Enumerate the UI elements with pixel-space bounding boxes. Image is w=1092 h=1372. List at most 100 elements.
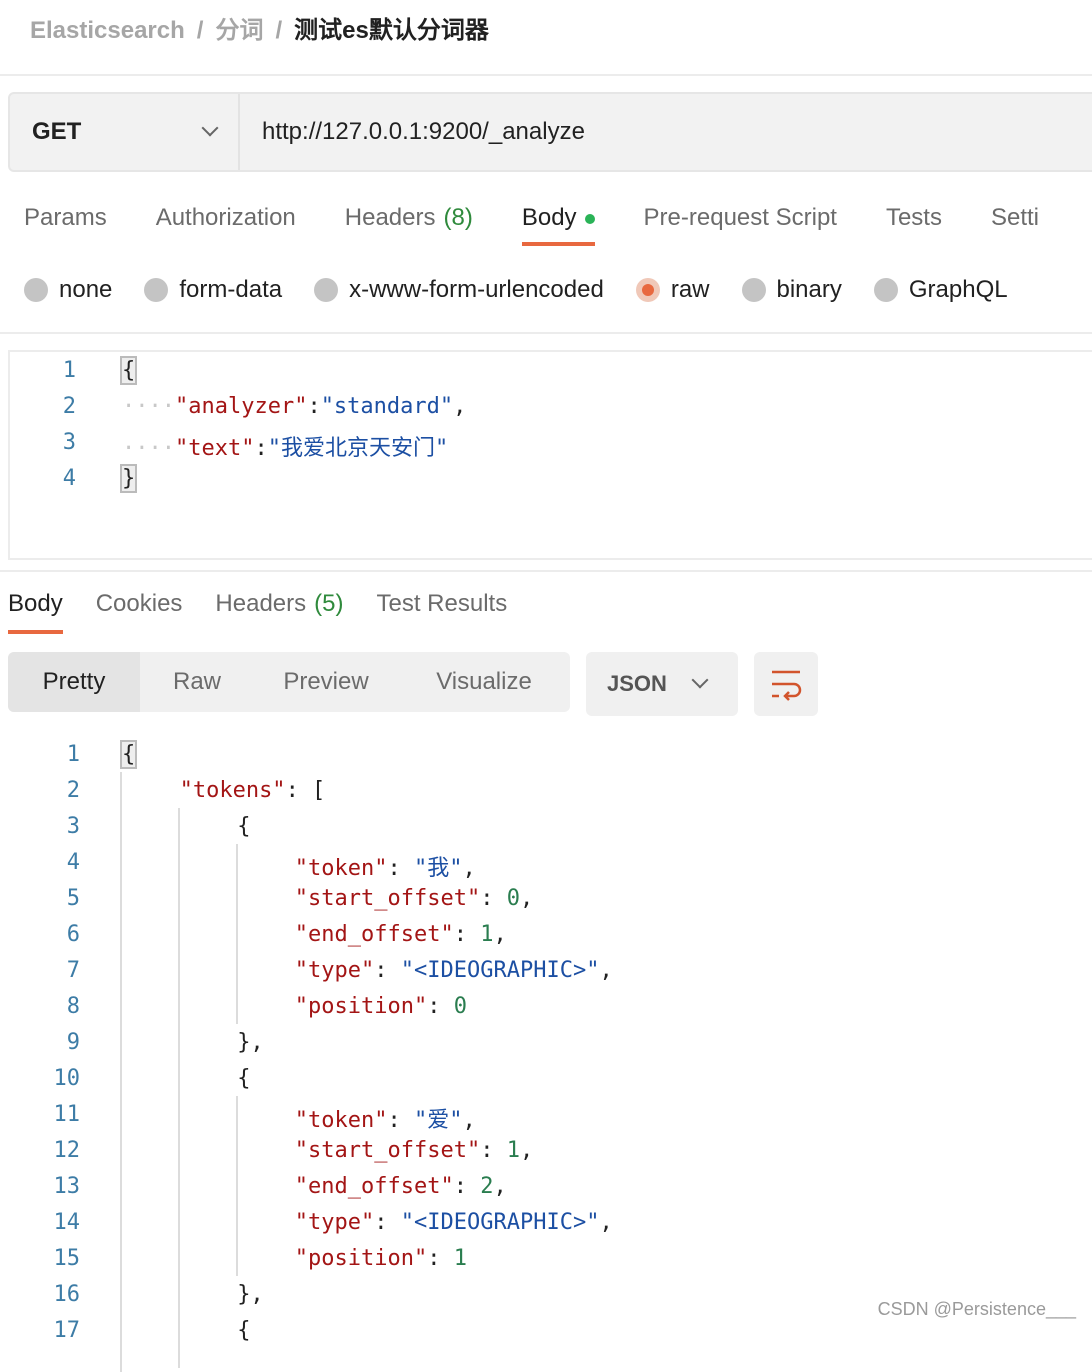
code-token: ,: [519, 1138, 534, 1163]
request-body-editor[interactable]: 1{2 ····"analyzer":"standard", 3 ····"text"…: [8, 350, 1092, 560]
code-token: "position": [294, 994, 428, 1019]
watermark: CSDN @Persistence___: [877, 1299, 1076, 1319]
response-tab-test-results[interactable]: Test Results: [376, 590, 507, 634]
response-body-viewer[interactable]: 1 {2 "tokens": [3 {4 "token": "我", 5 "start_of…: [0, 736, 1092, 1372]
response-tab-headers[interactable]: Headers (5): [215, 590, 343, 634]
code-line: "position": 0: [295, 994, 467, 1019]
line-number: 1: [66, 742, 80, 767]
method-select[interactable]: GET: [10, 94, 240, 170]
view-mode-visualize[interactable]: Visualize: [398, 652, 570, 712]
divider: [0, 332, 1092, 334]
wrap-icon: [772, 670, 802, 701]
body-type-radios: none form-data x-www-form-urlencoded raw bin…: [24, 276, 1040, 304]
tab-params[interactable]: Params: [24, 204, 107, 246]
tab-label: Authorization: [155, 204, 296, 231]
wrap-lines-button[interactable]: [754, 652, 818, 716]
radio-label: raw: [670, 276, 710, 303]
code-token: :: [427, 994, 454, 1019]
radio-GraphQL[interactable]: GraphQL: [873, 276, 1008, 304]
line-number: 13: [53, 1174, 81, 1199]
code-token: "text": [174, 436, 255, 461]
radio-label: none: [59, 276, 113, 303]
code-token: }: [119, 464, 138, 493]
breadcrumb: Elasticsearch / 分词 / 测试es默认分词器: [30, 10, 489, 45]
tab-authorization[interactable]: Authorization: [156, 204, 296, 246]
tab-tests[interactable]: Tests: [886, 204, 942, 246]
code-token: :: [453, 1174, 481, 1199]
radio-circle-icon: [741, 278, 766, 302]
code-line: ····"analyzer":"standard",: [122, 394, 466, 419]
tab-label: Params: [24, 204, 107, 231]
code-token: "end_offset": [294, 1174, 454, 1199]
code-line: "type": "<IDEOGRAPHIC>",: [295, 958, 613, 983]
radio-circle-icon: [314, 278, 339, 302]
radio-label: GraphQL: [908, 276, 1008, 303]
tab-body[interactable]: Body: [521, 204, 595, 246]
tab-count: (5): [314, 590, 344, 617]
chevron-down-icon: [201, 119, 219, 137]
radio-circle-icon: [24, 278, 48, 302]
tab-label: Body: [521, 204, 577, 231]
code-line: }: [119, 464, 138, 493]
code-line: {: [119, 740, 138, 769]
code-line: {: [237, 814, 250, 839]
code-token: "<IDEOGRAPHIC>": [400, 958, 600, 983]
line-number: 16: [53, 1282, 81, 1307]
code-line: "token": "我",: [295, 850, 476, 882]
radio-form-data[interactable]: form-data: [144, 276, 282, 304]
code-token: ,: [519, 886, 534, 911]
tab-label: Cookies: [95, 590, 183, 617]
line-number: 8: [66, 994, 80, 1019]
indent-guide: [236, 844, 238, 1024]
line-number: 3: [62, 430, 76, 455]
code-token: ····: [122, 436, 175, 461]
indent-guide: [120, 772, 122, 1372]
code-token: "<IDEOGRAPHIC>": [400, 1210, 600, 1235]
tab-pre-request-script[interactable]: Pre-request Script: [644, 204, 837, 246]
tab-headers[interactable]: Headers (8): [345, 204, 473, 246]
chevron-down-icon: [691, 671, 709, 689]
code-line: "position": 1: [295, 1246, 467, 1271]
code-token: },: [237, 1030, 264, 1055]
code-token: },: [237, 1282, 264, 1307]
code-token: :: [427, 1246, 454, 1271]
view-mode-raw[interactable]: Raw: [140, 652, 254, 712]
code-line: {: [119, 356, 138, 385]
indent-guide: [236, 1096, 238, 1276]
divider: [0, 570, 1092, 572]
code-line: },: [237, 1030, 264, 1055]
response-tab-body[interactable]: Body: [8, 590, 63, 634]
code-token: :: [374, 958, 401, 983]
code-token: ,: [493, 922, 507, 947]
response-tab-cookies[interactable]: Cookies: [96, 590, 183, 634]
radio-none[interactable]: none: [24, 276, 112, 304]
tab-label: Pre-request Script: [643, 204, 837, 231]
code-token: "我爱北京天安门": [267, 436, 449, 461]
breadcrumb-item-folder[interactable]: 分词: [215, 17, 263, 44]
code-line: "token": "爱",: [295, 1102, 476, 1134]
line-number: 5: [66, 886, 80, 911]
code-token: 1: [506, 1138, 520, 1163]
radio-binary[interactable]: binary: [741, 276, 842, 304]
line-number: 15: [53, 1246, 81, 1271]
tab-setti[interactable]: Setti: [991, 204, 1039, 246]
code-token: {: [119, 356, 138, 385]
radio-x-www-form-urlencoded[interactable]: x-www-form-urlencoded: [314, 276, 604, 304]
view-mode-pretty[interactable]: Pretty: [8, 652, 140, 712]
tab-label: Tests: [885, 204, 942, 231]
request-name[interactable]: 测试es默认分词器: [294, 17, 489, 44]
modified-dot-icon: [584, 213, 595, 224]
format-select[interactable]: JSON: [586, 652, 738, 716]
code-token: :: [480, 1138, 507, 1163]
method-label: GET: [32, 118, 82, 145]
tab-label: Headers: [215, 590, 307, 617]
line-number: 6: [66, 922, 80, 947]
radio-raw[interactable]: raw: [635, 276, 710, 304]
view-mode-preview[interactable]: Preview: [254, 652, 398, 712]
url-input[interactable]: http://127.0.0.1:9200/_analyze: [240, 118, 585, 146]
code-token: "position": [294, 1246, 428, 1271]
breadcrumb-item-elasticsearch[interactable]: Elasticsearch: [30, 17, 185, 44]
code-token: "token": [294, 856, 388, 881]
code-line: "end_offset": 2,: [295, 1174, 507, 1199]
code-token: "爱": [414, 1108, 463, 1133]
